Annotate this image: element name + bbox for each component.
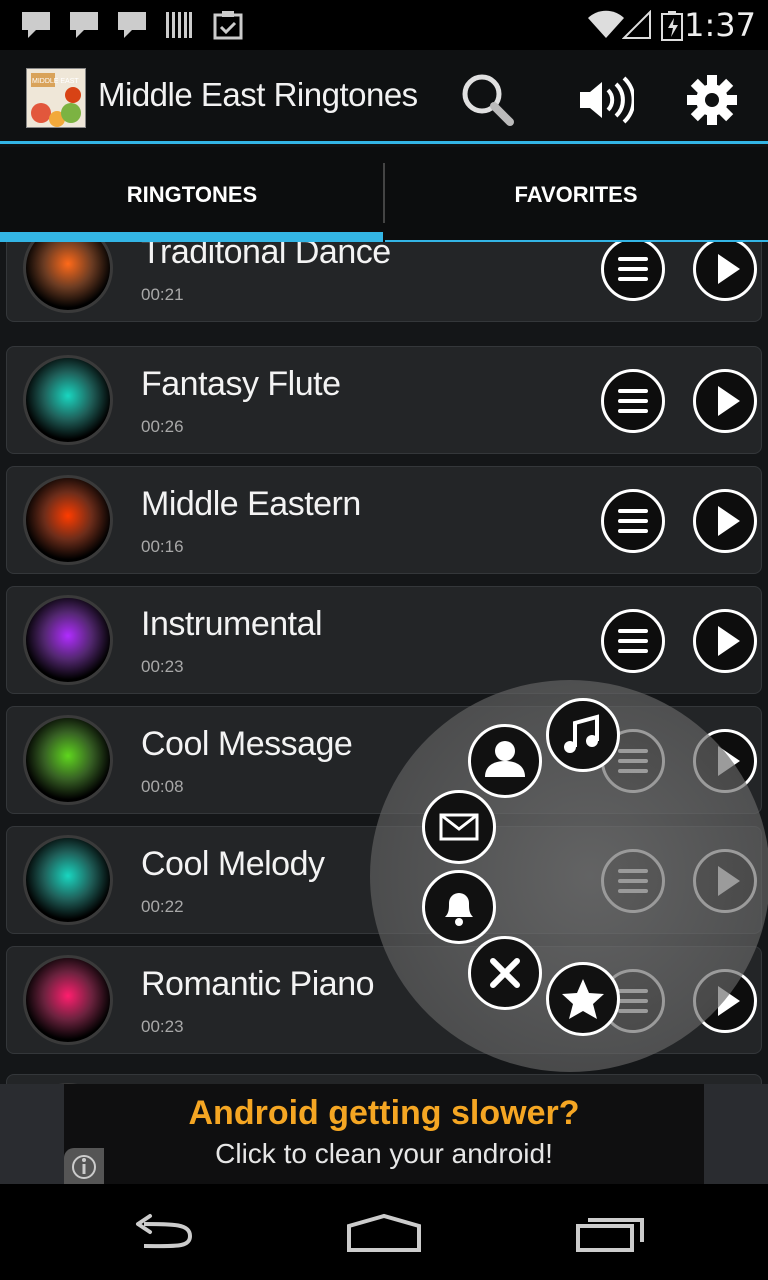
mail-icon	[439, 813, 479, 841]
ringtone-list[interactable]: Traditonal Dance 00:21 Fantasy Flute 00:26 M…	[0, 242, 768, 1084]
options-button[interactable]	[601, 489, 665, 553]
ringtone-title: Cool Message	[141, 725, 353, 763]
settings-button[interactable]	[682, 70, 742, 130]
status-bar: 1:37	[0, 0, 768, 50]
list-item[interactable]: Fantasy Flute 00:26	[6, 346, 762, 454]
tab-favorites[interactable]: FAVORITES	[384, 147, 768, 242]
back-button[interactable]	[116, 1208, 206, 1258]
status-time: 1:37	[684, 6, 756, 44]
recent-apps-icon	[576, 1218, 644, 1252]
play-icon	[718, 506, 740, 536]
play-icon	[718, 386, 740, 416]
info-icon	[72, 1155, 96, 1179]
list-item[interactable]: Instrumental 00:23	[6, 586, 762, 694]
options-button[interactable]	[601, 369, 665, 433]
clipboard-check-icon	[213, 11, 243, 40]
search-icon	[462, 74, 514, 126]
ringtone-thumbnail	[23, 595, 113, 685]
ringtone-thumbnail	[23, 835, 113, 925]
svg-text:MIDDLE EAST: MIDDLE EAST	[32, 78, 79, 85]
home-button[interactable]	[339, 1208, 429, 1258]
ringtone-title: Traditonal Dance	[141, 242, 391, 271]
ringtone-duration: 00:16	[141, 537, 184, 556]
home-icon	[347, 1213, 421, 1252]
ad-info-button[interactable]	[64, 1148, 104, 1184]
play-icon	[718, 254, 740, 284]
close-icon	[490, 958, 520, 988]
list-item[interactable]: Middle Eastern 00:16	[6, 466, 762, 574]
ringtone-thumbnail	[23, 955, 113, 1045]
tab-indicator-active	[0, 232, 383, 242]
radial-menu	[370, 680, 768, 1072]
message-icon	[70, 12, 98, 38]
ringtone-duration: 00:23	[141, 657, 184, 676]
play-icon	[718, 626, 740, 656]
ringtone-duration: 00:08	[141, 777, 184, 796]
ad-banner[interactable]: Android getting slower? Click to clean y…	[64, 1084, 704, 1184]
action-bar: MIDDLE EAST Middle East Ringtones	[0, 50, 768, 144]
set-notification-message-button[interactable]	[422, 790, 496, 864]
menu-lines-icon	[618, 629, 648, 653]
ad-headline: Android getting slower?	[188, 1094, 580, 1132]
options-button[interactable]	[601, 609, 665, 673]
play-button[interactable]	[693, 242, 757, 301]
play-button[interactable]	[693, 369, 757, 433]
ringtone-thumbnail	[23, 475, 113, 565]
settings-gear-icon	[687, 75, 737, 125]
message-icon	[118, 12, 146, 38]
ringtone-thumbnail	[23, 715, 113, 805]
ringtone-title: Middle Eastern	[141, 485, 361, 523]
battery-charging-icon	[661, 11, 683, 41]
recent-apps-button[interactable]	[566, 1208, 656, 1258]
ringtone-duration: 00:26	[141, 417, 184, 436]
ringtone-title: Instrumental	[141, 605, 323, 643]
close-menu-button[interactable]	[468, 936, 542, 1010]
bell-icon	[445, 893, 473, 926]
nav-bar	[0, 1184, 768, 1280]
ringtone-title: Fantasy Flute	[141, 365, 341, 403]
set-alarm-button[interactable]	[422, 870, 496, 944]
barcode-icon	[166, 12, 192, 38]
add-favorite-button[interactable]	[546, 962, 620, 1036]
assign-contact-button[interactable]	[468, 724, 542, 798]
contact-icon	[485, 741, 525, 777]
play-button[interactable]	[693, 489, 757, 553]
menu-lines-icon	[618, 509, 648, 533]
tab-ringtones[interactable]: RINGTONES	[0, 147, 384, 242]
ad-subline: Click to clean your android!	[215, 1138, 553, 1169]
play-button[interactable]	[693, 609, 757, 673]
ringtone-duration: 00:23	[141, 1017, 184, 1036]
star-icon	[562, 979, 604, 1019]
search-button[interactable]	[458, 70, 518, 130]
message-icon	[22, 12, 50, 38]
back-icon	[136, 1214, 193, 1249]
ringtone-duration: 00:22	[141, 897, 184, 916]
signal-icon	[622, 10, 651, 39]
ad-area: Android getting slower? Click to clean y…	[0, 1084, 768, 1184]
volume-icon	[580, 76, 636, 124]
tab-bar: RINGTONES FAVORITES	[0, 147, 768, 242]
set-ringtone-button[interactable]	[546, 698, 620, 772]
ringtone-title: Romantic Piano	[141, 965, 375, 1003]
menu-lines-icon	[618, 257, 648, 281]
music-note-icon	[564, 714, 599, 753]
list-item[interactable]: Traditonal Dance 00:21	[6, 242, 762, 322]
ringtone-title: Cool Melody	[141, 845, 325, 883]
ringtone-thumbnail	[23, 242, 113, 313]
options-button[interactable]	[601, 242, 665, 301]
app-title: Middle East Ringtones	[98, 76, 418, 113]
wifi-icon	[588, 10, 624, 39]
app-logo[interactable]: MIDDLE EAST	[26, 68, 86, 128]
list-item-partial	[6, 1074, 762, 1084]
ringtone-duration: 00:21	[141, 285, 184, 304]
volume-button[interactable]	[574, 70, 636, 130]
app-logo-art: MIDDLE EAST	[27, 69, 85, 127]
menu-lines-icon	[618, 389, 648, 413]
ringtone-thumbnail	[23, 355, 113, 445]
